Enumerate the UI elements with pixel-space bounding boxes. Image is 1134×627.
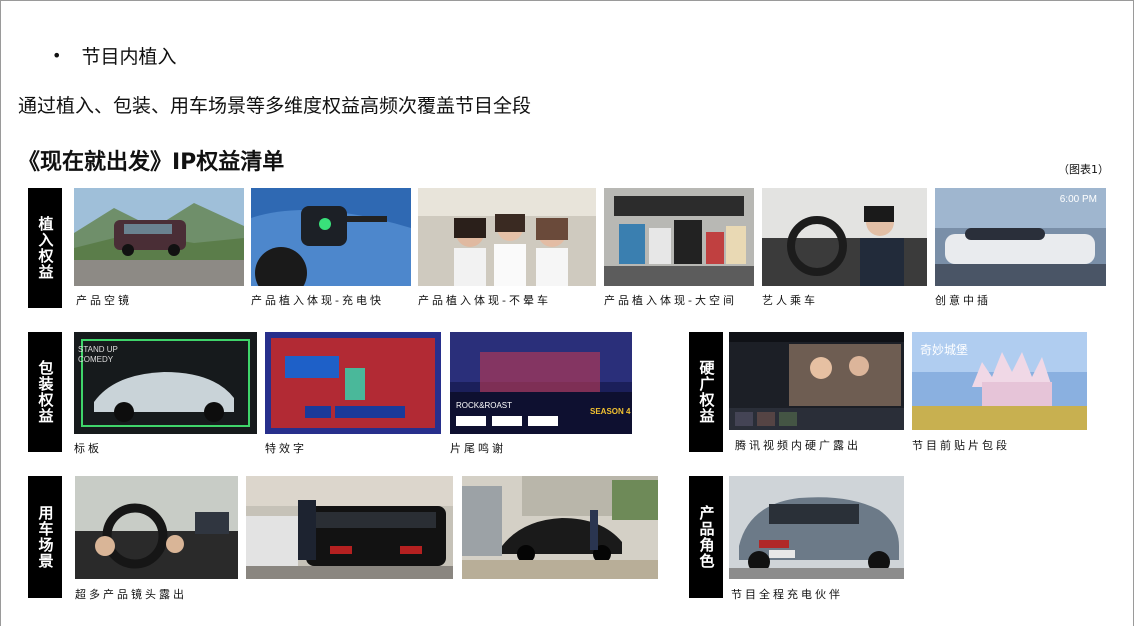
photo-driving-interior bbox=[75, 476, 238, 579]
photo-passengers bbox=[418, 188, 596, 286]
photo-show-board: STAND UP COMEDY bbox=[74, 332, 257, 434]
overlay-standup: STAND UP bbox=[78, 345, 118, 354]
caption-p6: 创意中插 bbox=[935, 294, 991, 307]
caption-h2: 节目前贴片包段 bbox=[912, 439, 1010, 452]
photo-car-landscape bbox=[74, 188, 244, 286]
photo-creative-break: 6:00 PM bbox=[935, 188, 1106, 286]
photo-sedan-side bbox=[462, 476, 658, 579]
figure-label: （图表1） bbox=[1058, 163, 1109, 176]
caption-p3: 产品植入体现-不晕车 bbox=[418, 294, 551, 307]
photo-suv-parked bbox=[729, 476, 904, 579]
category-label-role: 产品角色 bbox=[689, 476, 723, 598]
bullet-marker: • bbox=[52, 46, 62, 65]
caption-p4: 产品植入体现-大空间 bbox=[604, 294, 737, 307]
subtitle: 通过植入、包装、用车场景等多维度权益高频次覆盖节目全段 bbox=[18, 95, 532, 117]
caption-p2: 产品植入体现-充电快 bbox=[251, 294, 384, 307]
photo-sedan-rear bbox=[246, 476, 453, 579]
photo-pre-roll: 奇妙城堡 bbox=[912, 332, 1087, 430]
caption-p5: 艺人乘车 bbox=[762, 294, 818, 307]
overlay-castle: 奇妙城堡 bbox=[920, 342, 968, 357]
section-heading: 《现在就出发》IP权益清单 bbox=[18, 150, 285, 175]
overlay-rockroast: ROCK&ROAST bbox=[456, 401, 512, 410]
caption-p1: 产品空镜 bbox=[76, 294, 132, 307]
photo-effect-text bbox=[265, 332, 441, 434]
caption-k3: 片尾鸣谢 bbox=[450, 442, 506, 455]
photo-charging-port bbox=[251, 188, 411, 286]
caption-s1: 超多产品镜头露出 bbox=[75, 588, 187, 601]
bullet-text: 节目内植入 bbox=[81, 46, 177, 68]
photo-trunk-space bbox=[604, 188, 754, 286]
bullet-item: • 节目内植入 bbox=[52, 42, 176, 69]
caption-h1: 腾讯视频内硬广露出 bbox=[735, 439, 861, 452]
category-label-placement: 植入权益 bbox=[28, 188, 62, 308]
photo-celebrity-driver bbox=[762, 188, 927, 286]
overlay-season: SEASON 4 bbox=[590, 407, 631, 416]
photo-credits: ROCK&ROAST SEASON 4 bbox=[450, 332, 632, 434]
caption-k1: 标板 bbox=[74, 442, 102, 455]
category-label-hard-ads: 硬广权益 bbox=[689, 332, 723, 452]
photo-tencent-ad bbox=[729, 332, 904, 430]
category-label-packaging: 包装权益 bbox=[28, 332, 62, 452]
caption-r1: 节目全程充电伙伴 bbox=[731, 588, 843, 601]
category-label-scene: 用车场景 bbox=[28, 476, 62, 598]
overlay-comedy: COMEDY bbox=[78, 355, 114, 364]
overlay-time: 6:00 PM bbox=[1060, 194, 1097, 205]
caption-k2: 特效字 bbox=[265, 442, 307, 455]
